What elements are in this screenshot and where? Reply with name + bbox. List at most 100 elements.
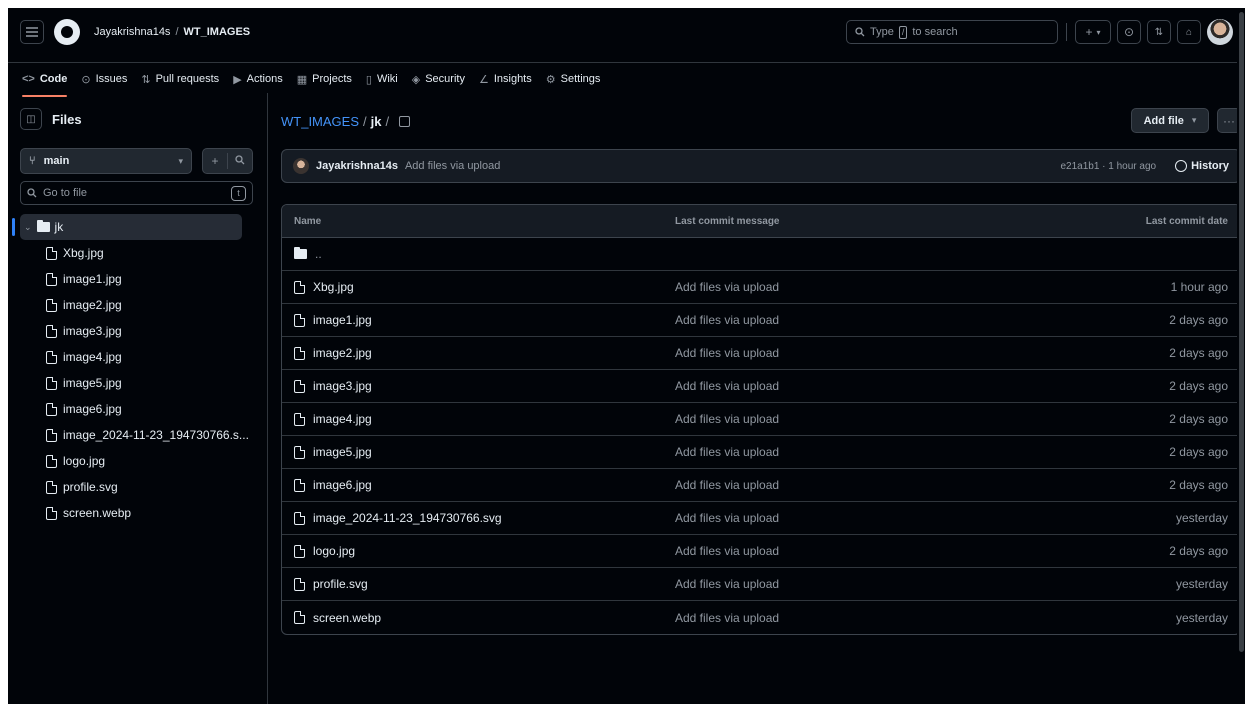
search-input[interactable]: Type / to search: [846, 20, 1058, 44]
commit-sha-time[interactable]: e21a1b1 · 1 hour ago: [1060, 161, 1156, 172]
tree-file[interactable]: profile.svg: [8, 474, 268, 500]
commit-message-link[interactable]: Add files via upload: [675, 611, 995, 625]
copy-path-icon[interactable]: [399, 116, 411, 127]
file-link[interactable]: logo.jpg: [313, 544, 355, 558]
repo-breadcrumb: Jayakrishna14s / WT_IMAGES: [94, 26, 250, 38]
tab-projects[interactable]: ▦ Projects: [297, 73, 352, 86]
tab-code[interactable]: <> Code: [22, 73, 68, 97]
commit-message-link[interactable]: Add files via upload: [675, 379, 995, 393]
user-avatar[interactable]: [1207, 19, 1233, 45]
tab-actions[interactable]: ▶ Actions: [233, 73, 283, 86]
tab-settings[interactable]: ⚙ Settings: [546, 73, 601, 86]
commit-message-link[interactable]: Add files via upload: [675, 313, 995, 327]
tab-label: Security: [425, 73, 465, 85]
commit-message-link[interactable]: Add files via upload: [675, 280, 995, 294]
commit-date: yesterday: [1175, 577, 1228, 591]
issues-button[interactable]: ⊙: [1117, 20, 1141, 44]
parent-dir-link[interactable]: ..: [315, 247, 322, 261]
file-link[interactable]: screen.webp: [313, 611, 381, 625]
table-row: image1.jpg Add files via upload 2 days a…: [282, 304, 1240, 337]
commit-message-link[interactable]: Add files via upload: [675, 445, 995, 459]
file-link[interactable]: image1.jpg: [313, 313, 372, 327]
file-icon: [294, 346, 305, 360]
top-header: Jayakrishna14s / WT_IMAGES Type / to searc…: [8, 8, 1245, 97]
kebab-icon: ···: [1223, 113, 1235, 128]
file-link[interactable]: image3.jpg: [313, 379, 372, 393]
commit-message-link[interactable]: Add files via upload: [675, 511, 995, 525]
file-icon: [46, 480, 57, 494]
tab-wiki[interactable]: ▯ Wiki: [366, 73, 398, 86]
pull-request-icon: ⇅: [1154, 26, 1164, 38]
commit-author[interactable]: Jayakrishna14s: [316, 160, 398, 172]
tab-insights[interactable]: ∠ Insights: [479, 73, 532, 86]
tree-file[interactable]: image6.jpg: [8, 396, 268, 422]
hamburger-menu-button[interactable]: [20, 20, 44, 44]
file-link[interactable]: image4.jpg: [313, 412, 372, 426]
play-icon: ▶: [233, 73, 242, 86]
row-name-cell: image4.jpg: [282, 412, 675, 426]
tree-file-label: screen.webp: [63, 506, 132, 520]
scrollbar-thumb[interactable]: [1239, 12, 1244, 652]
tree-file[interactable]: image_2024-11-23_194730766.s...: [8, 422, 268, 448]
create-new-button[interactable]: + ▾: [1075, 20, 1111, 44]
shortcut-key-hint: t: [231, 185, 246, 201]
tab-pull-requests[interactable]: ⇅ Pull requests: [141, 73, 219, 86]
tab-issues[interactable]: ⊙ Issues: [81, 73, 127, 86]
file-link[interactable]: image5.jpg: [313, 445, 372, 459]
issue-icon: ⊙: [81, 73, 91, 86]
path-repo-link[interactable]: WT_IMAGES: [281, 114, 359, 129]
commit-message-link[interactable]: Add files via upload: [675, 412, 995, 426]
file-link[interactable]: profile.svg: [313, 577, 368, 591]
owner-link[interactable]: Jayakrishna14s: [94, 26, 170, 38]
tree-folder-jk[interactable]: ⌄ jk: [12, 214, 242, 240]
tree-file[interactable]: Xbg.jpg: [8, 240, 268, 266]
branch-icon: ⑂: [29, 155, 36, 167]
commit-date: 2 days ago: [1169, 445, 1228, 459]
commit-message-link[interactable]: Add files via upload: [675, 346, 995, 360]
table-row: image4.jpg Add files via upload 2 days a…: [282, 403, 1240, 436]
tree-file[interactable]: image4.jpg: [8, 344, 268, 370]
commit-author-avatar[interactable]: [293, 158, 309, 174]
tree-file[interactable]: image3.jpg: [8, 318, 268, 344]
search-files-icon[interactable]: [228, 154, 252, 168]
inbox-icon: ⌂: [1185, 26, 1193, 38]
path-separator: /: [363, 114, 367, 129]
github-logo-icon[interactable]: [54, 19, 80, 45]
inbox-button[interactable]: ⌂: [1177, 20, 1201, 44]
add-file-button[interactable]: Add file ▾: [1131, 108, 1209, 133]
commit-date: 2 days ago: [1169, 346, 1228, 360]
file-link[interactable]: image_2024-11-23_194730766.svg: [313, 511, 502, 525]
go-to-file-input[interactable]: Go to file t: [20, 181, 253, 205]
file-icon: [294, 412, 305, 426]
row-name-cell: Xbg.jpg: [282, 280, 675, 294]
file-link[interactable]: image6.jpg: [313, 478, 372, 492]
breadcrumb-separator: /: [175, 26, 179, 38]
pull-requests-button[interactable]: ⇅: [1147, 20, 1171, 44]
tree-file[interactable]: image2.jpg: [8, 292, 268, 318]
tree-file[interactable]: screen.webp: [8, 500, 268, 526]
table-row: screen.webp Add files via upload yesterd…: [282, 601, 1240, 634]
file-link[interactable]: Xbg.jpg: [313, 280, 354, 294]
file-link[interactable]: image2.jpg: [313, 346, 372, 360]
commit-message-link[interactable]: Add files via upload: [675, 544, 995, 558]
commit-message[interactable]: Add files via upload: [405, 160, 500, 172]
search-icon: [855, 27, 865, 37]
branch-selector[interactable]: ⑂ main ▾: [20, 148, 192, 174]
row-name-cell: image6.jpg: [282, 478, 675, 492]
row-name-cell: image3.jpg: [282, 379, 675, 393]
tree-file[interactable]: image5.jpg: [8, 370, 268, 396]
add-file-icon[interactable]: +: [203, 154, 227, 168]
table-row: image6.jpg Add files via upload 2 days a…: [282, 469, 1240, 502]
file-icon: [46, 350, 57, 364]
tree-file[interactable]: image1.jpg: [8, 266, 268, 292]
tab-security[interactable]: ◈ Security: [412, 73, 465, 86]
page-scrollbar[interactable]: [1237, 8, 1245, 704]
repo-link[interactable]: WT_IMAGES: [184, 26, 251, 38]
collapse-sidebar-button[interactable]: ◫: [20, 108, 42, 130]
commit-message-link[interactable]: Add files via upload: [675, 478, 995, 492]
tree-file[interactable]: logo.jpg: [8, 448, 268, 474]
file-tree: ⌄ jk Xbg.jpg image1.jpg image2.jpg image…: [8, 214, 268, 526]
history-button[interactable]: History: [1175, 160, 1229, 172]
parent-directory-row[interactable]: ..: [282, 238, 1240, 271]
commit-message-link[interactable]: Add files via upload: [675, 577, 995, 591]
